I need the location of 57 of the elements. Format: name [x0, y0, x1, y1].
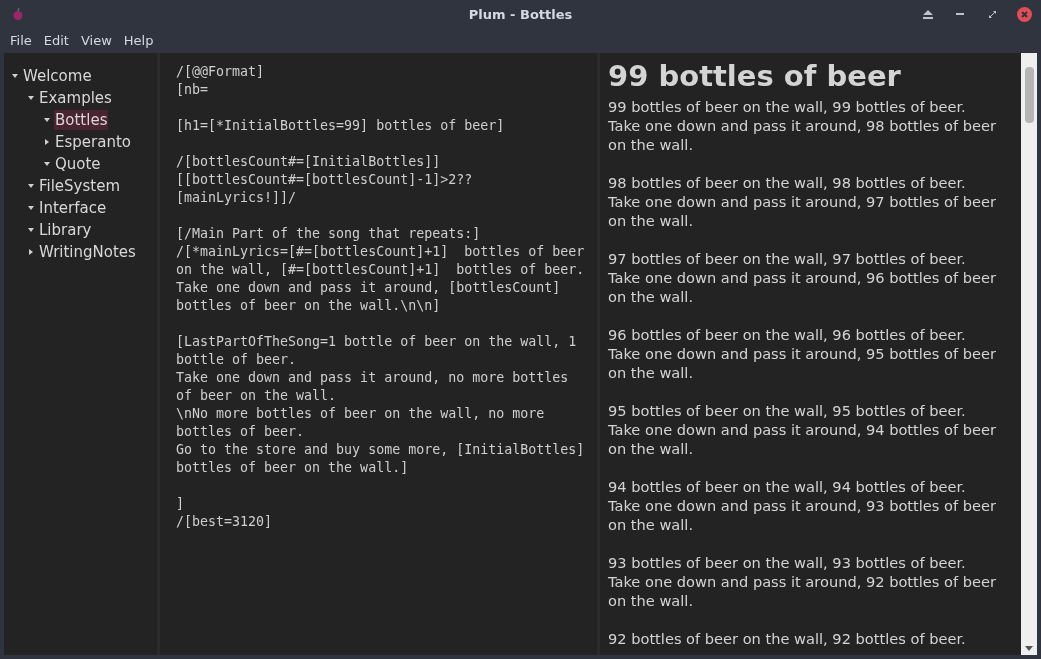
- menu-item[interactable]: View: [74, 30, 118, 51]
- code-line: Go to the store and buy some more, [InitialBottles]: [176, 441, 586, 459]
- preview-heading: 99 bottles of beer: [608, 58, 902, 95]
- code-line: bottles of beer on the wall.\n\n]: [176, 297, 442, 315]
- code-line: bottles of beer on the wall.]: [176, 459, 410, 477]
- verse-paragraph: 94 bottles of beer on the wall, 94 bottles of beer. Take one down and pass it around, 93 bottles of beer on the wall.: [608, 477, 997, 534]
- window-title: Plum - Bottles: [468, 6, 573, 22]
- code-line: [/Main Part of the song that repeats:]: [176, 225, 482, 243]
- menu-item[interactable]: Help: [117, 30, 160, 51]
- tree-item[interactable]: Bottles: [54, 110, 109, 130]
- code-line: bottles of beer.: [176, 423, 306, 441]
- expanded-arrow-icon[interactable]: [28, 227, 34, 233]
- menu-item[interactable]: File: [4, 30, 38, 51]
- verse-paragraph: 92 bottles of beer on the wall, 92 bottles of beer.: [608, 629, 967, 648]
- code-line: Take one down and pass it around, [bottlesCount]: [176, 279, 562, 297]
- expanded-arrow-icon[interactable]: [28, 183, 34, 189]
- expanded-arrow-icon[interactable]: [28, 205, 34, 211]
- scrollbar-thumb[interactable]: [1024, 67, 1034, 123]
- tree-item[interactable]: Esperanto: [54, 132, 132, 152]
- collapsed-arrow-icon[interactable]: [44, 139, 50, 145]
- code-line: /[*mainLyrics=[#=[bottlesCount]+1] bottles of beer: [176, 243, 586, 261]
- plum-icon: [12, 8, 24, 20]
- code-line: [nb=: [176, 81, 210, 99]
- code-line: [mainLyrics!]]/: [176, 189, 298, 207]
- code-line: of beer on the wall.: [176, 387, 338, 405]
- verse-paragraph: 98 bottles of beer on the wall, 98 bottles of beer. Take one down and pass it around, 97 bottles of beer on the wall.: [608, 173, 997, 230]
- collapsed-arrow-icon[interactable]: [28, 249, 34, 255]
- expanded-arrow-icon[interactable]: [12, 73, 18, 79]
- tree-item[interactable]: Interface: [38, 198, 108, 218]
- code-line: Take one down and pass it around, no more bottles: [176, 369, 570, 387]
- code-line: /[best=3120]: [176, 513, 274, 531]
- code-line: \nNo more bottles of beer on the wall, no more: [176, 405, 546, 423]
- verse-paragraph: 95 bottles of beer on the wall, 95 bottles of beer. Take one down and pass it around, 94 bottles of beer on the wall.: [608, 401, 997, 458]
- scrollbar[interactable]: [1021, 53, 1037, 655]
- code-line: on the wall, [#=[bottlesCount]+1] bottles of beer.: [176, 261, 586, 279]
- verse-paragraph: 96 bottles of beer on the wall, 96 bottles of beer. Take one down and pass it around, 95 bottles of beer on the wall.: [608, 325, 997, 382]
- code-line: /[@@Format]: [176, 63, 266, 81]
- code-line: bottle of beer.: [176, 351, 298, 369]
- code-line: [h1=[*InitialBottles=99] bottles of beer]: [176, 117, 506, 135]
- verse-paragraph: 97 bottles of beer on the wall, 97 bottles of beer. Take one down and pass it around, 96 bottles of beer on the wall.: [608, 249, 997, 306]
- menu-item[interactable]: Edit: [37, 30, 75, 51]
- code-line: [[bottlesCount#=[bottlesCount]-1]>2??: [176, 171, 474, 189]
- tree-item[interactable]: Quote: [54, 154, 102, 174]
- verse-paragraph: 93 bottles of beer on the wall, 93 bottles of beer. Take one down and pass it around, 92 bottles of beer on the wall.: [608, 553, 997, 610]
- expanded-arrow-icon[interactable]: [28, 95, 34, 101]
- code-line: /[bottlesCount#=[InitialBottles]]: [176, 153, 442, 171]
- tree-item[interactable]: Library: [38, 220, 93, 240]
- expanded-arrow-icon[interactable]: [44, 161, 50, 167]
- expanded-arrow-icon[interactable]: [44, 117, 50, 123]
- code-line: [LastPartOfTheSong=1 bottle of beer on the wall, 1: [176, 333, 578, 351]
- tree-item[interactable]: FileSystem: [38, 176, 122, 196]
- tree-item[interactable]: Examples: [38, 88, 113, 108]
- tree-item[interactable]: Welcome: [22, 66, 93, 86]
- verse-paragraph: 99 bottles of beer on the wall, 99 bottles of beer. Take one down and pass it around, 98 bottles of beer on the wall.: [608, 97, 997, 154]
- tree-item[interactable]: WritingNotes: [38, 242, 137, 262]
- scroll-down-icon[interactable]: [1025, 646, 1033, 651]
- code-line: ]: [176, 495, 185, 513]
